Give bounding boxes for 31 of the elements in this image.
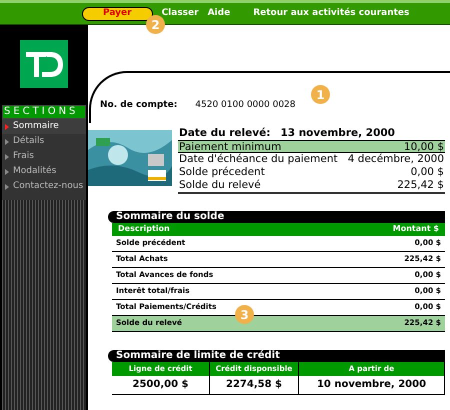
statement-label: Solde précedent [179,166,265,178]
statement-value: 13 novembre, 2000 [280,126,395,140]
section-header: Sommaire de limite de crédit [108,350,445,362]
statement-label: Solde du relevé [179,178,261,192]
table-cell: 10 novembre, 2000 [299,376,445,394]
logo-icon [20,40,68,88]
sidebar-item[interactable]: Contactez-nous [2,179,86,194]
sidebar-item[interactable]: Frais [2,149,86,164]
statement-label: Paiement minimum [179,140,282,152]
sidebar-item[interactable]: Détails [2,134,86,149]
table-cell: 2500,00 $ [112,376,210,394]
sidebar-item[interactable]: Sommaire [2,119,86,134]
account-number: 4520 0100 0000 0028 [195,99,296,112]
callout-badge: 2 [146,15,165,34]
sidebar-item[interactable]: Modalités [2,164,86,179]
statement-label: Date d'échéance du paiement [179,152,338,166]
column-header: Montant $ [392,223,439,235]
statement-value: 10,00 $ [404,140,444,152]
menu-item[interactable]: Retour aux activités courantes [253,9,410,18]
statement-value: 225,42 $ [397,178,444,192]
column-header: Description [118,223,170,235]
section-header: Sommaire du solde [108,210,445,222]
sections-heading: SECTIONS [2,105,86,119]
table-cell: 2274,58 $ [210,376,299,394]
menu-item[interactable]: Aide [208,9,230,18]
statement-value: 0,00 $ [410,166,444,178]
statement-value: 4 decémbre, 2000 [348,152,444,166]
account-label: No. de compte: [100,99,178,112]
callout-badge: 1 [311,85,330,104]
statement-label: Date du relevé: [179,126,270,140]
menu-item[interactable]: Classer [162,9,199,18]
